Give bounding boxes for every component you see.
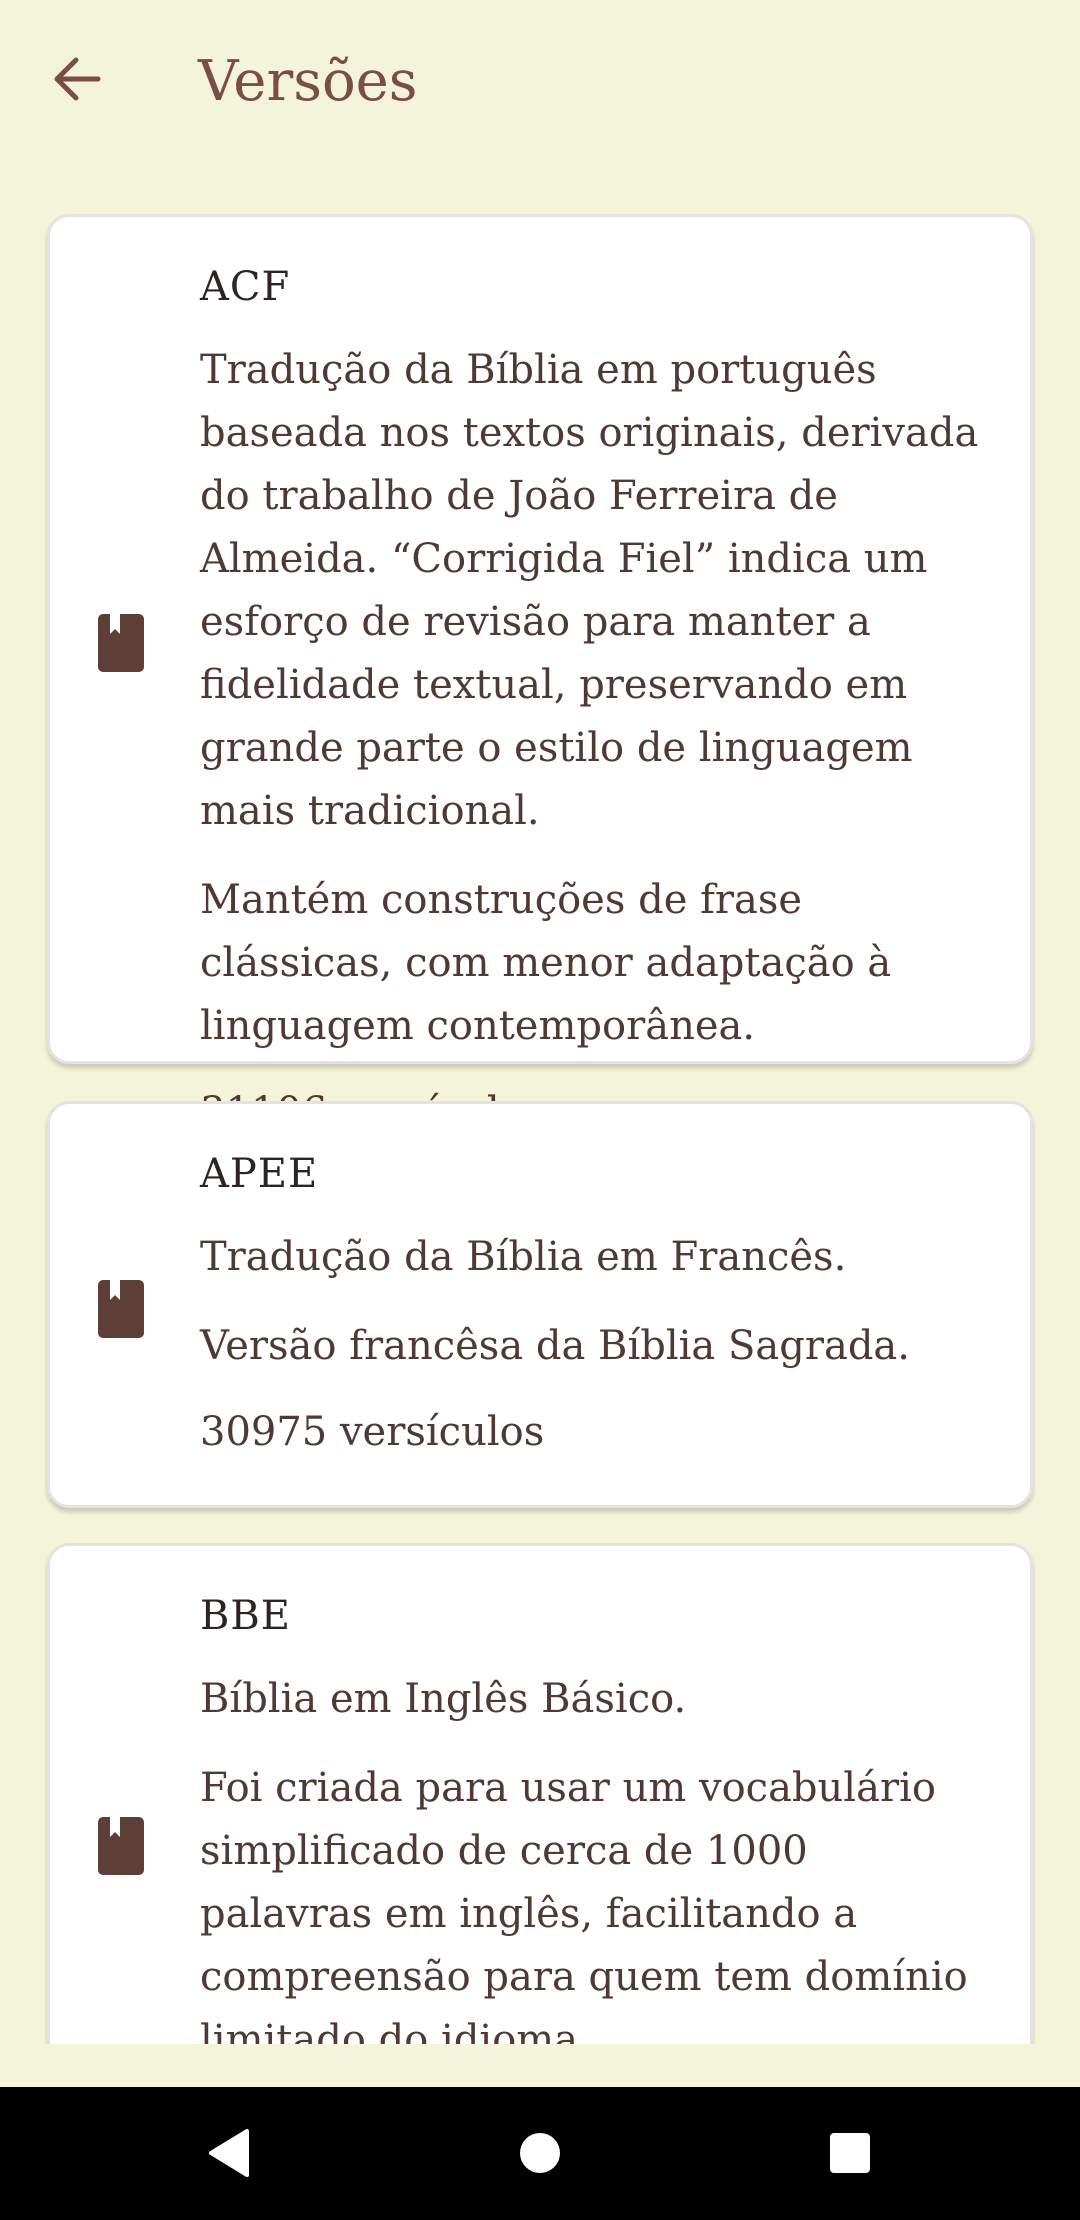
- nav-recents-button[interactable]: [810, 2113, 890, 2193]
- bookmark-book-icon: [98, 1817, 144, 1875]
- bookmark-book-icon: [98, 614, 144, 672]
- bookmark-book-icon: [98, 1280, 144, 1338]
- version-note: Mantém construções de frase clássicas, c…: [200, 877, 892, 1049]
- nav-back-button[interactable]: [190, 2113, 270, 2193]
- version-note: Foi criada para usar um vocabulário simp…: [200, 1765, 968, 2044]
- version-description: Tradução da Bíblia em Francês.: [200, 1234, 847, 1280]
- system-navigation-bar: [0, 2087, 1080, 2220]
- version-code: BBE: [200, 1593, 291, 1639]
- version-code: APEE: [200, 1151, 319, 1197]
- version-card-acf[interactable]: ACF Tradução da Bíblia em português base…: [47, 214, 1033, 1135]
- version-code: ACF: [200, 264, 291, 310]
- verse-count: 30975 versículos: [200, 1409, 545, 1455]
- back-button[interactable]: [42, 44, 112, 114]
- version-description: Tradução da Bíblia em português baseada …: [200, 347, 979, 834]
- version-card-bbe[interactable]: BBE Bíblia em Inglês Básico. Foi criada …: [47, 1543, 1033, 2044]
- version-card-apee[interactable]: APEE Tradução da Bíblia em Francês. Vers…: [47, 1101, 1033, 1508]
- arrow-left-icon: [54, 57, 101, 101]
- nav-home-circle-icon: [520, 2133, 560, 2173]
- app-bar: Versões: [0, 0, 1080, 160]
- nav-recents-square-icon: [830, 2133, 870, 2173]
- page-title: Versões: [198, 49, 418, 114]
- version-description: Bíblia em Inglês Básico.: [200, 1676, 687, 1722]
- version-note: Versão francêsa da Bíblia Sagrada.: [200, 1323, 910, 1369]
- versions-list[interactable]: ACF Tradução da Bíblia em português base…: [0, 214, 1080, 2044]
- nav-back-triangle-icon: [209, 2129, 249, 2177]
- nav-home-button[interactable]: [500, 2113, 580, 2193]
